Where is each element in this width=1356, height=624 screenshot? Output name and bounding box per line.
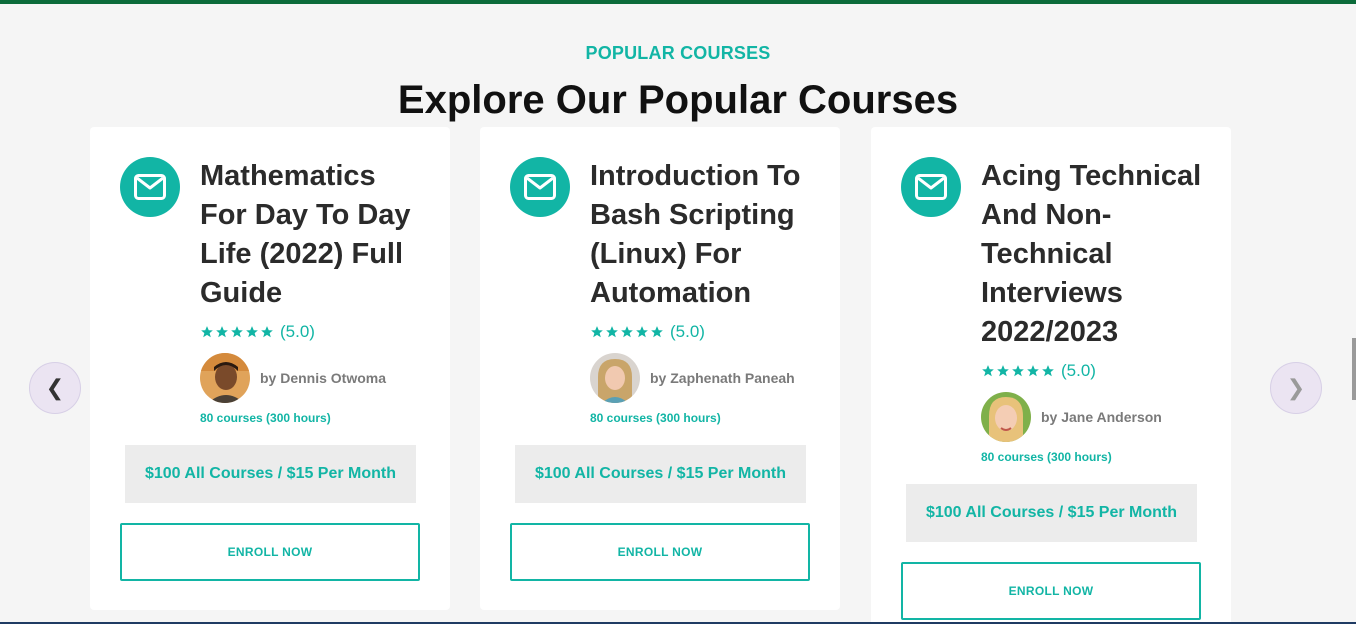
scrollbar-thumb[interactable]: [1352, 338, 1356, 400]
price-label: $100 All Courses / $15 Per Month: [906, 484, 1197, 542]
star-icon: [1012, 365, 1024, 377]
rating-value: (5.0): [1061, 361, 1096, 380]
course-author: by Dennis Otwoma: [200, 353, 386, 403]
rating-value: (5.0): [670, 322, 705, 341]
course-card: Acing Technical And Non-Technical Interv…: [871, 127, 1231, 624]
price-label: $100 All Courses / $15 Per Month: [125, 445, 416, 503]
enroll-button[interactable]: ENROLL NOW: [120, 523, 420, 581]
star-icon: [621, 326, 633, 338]
envelope-icon: [510, 157, 570, 217]
course-card: Introduction To Bash Scripting (Linux) F…: [480, 127, 840, 610]
author-name[interactable]: by Jane Anderson: [1041, 409, 1162, 425]
carousel-prev-button[interactable]: ❮: [29, 362, 81, 414]
star-icon: [231, 326, 243, 338]
enroll-button[interactable]: ENROLL NOW: [901, 562, 1201, 620]
star-icon: [651, 326, 663, 338]
star-icon: [606, 326, 618, 338]
star-rating-icons: [200, 325, 274, 339]
section-headline: Explore Our Popular Courses: [397, 78, 959, 122]
rating-value: (5.0): [280, 322, 315, 341]
star-icon: [216, 326, 228, 338]
top-accent-bar: [0, 0, 1356, 4]
author-name[interactable]: by Dennis Otwoma: [260, 370, 386, 386]
chevron-left-icon: ❮: [45, 375, 65, 401]
enroll-button[interactable]: ENROLL NOW: [510, 523, 810, 581]
star-icon: [982, 365, 994, 377]
section-eyebrow: POPULAR COURSES: [585, 43, 771, 63]
envelope-icon: [120, 157, 180, 217]
carousel-next-button[interactable]: ❯: [1270, 362, 1322, 414]
envelope-icon: [901, 157, 961, 217]
course-rating: (5.0): [200, 322, 315, 342]
star-icon: [1042, 365, 1054, 377]
course-meta: 80 courses (300 hours): [981, 450, 1112, 464]
course-author: by Zaphenath Paneah: [590, 353, 795, 403]
star-rating-icons: [590, 325, 664, 339]
star-icon: [261, 326, 273, 338]
author-avatar: [981, 392, 1031, 442]
course-card: Mathematics For Day To Day Life (2022) F…: [90, 127, 450, 610]
course-title[interactable]: Mathematics For Day To Day Life (2022) F…: [200, 157, 430, 313]
star-icon: [997, 365, 1009, 377]
course-meta: 80 courses (300 hours): [590, 411, 721, 425]
star-icon: [636, 326, 648, 338]
author-name[interactable]: by Zaphenath Paneah: [650, 370, 795, 386]
course-author: by Jane Anderson: [981, 392, 1162, 442]
author-avatar: [200, 353, 250, 403]
course-title[interactable]: Acing Technical And Non-Technical Interv…: [981, 157, 1211, 352]
star-icon: [1027, 365, 1039, 377]
chevron-right-icon: ❯: [1286, 375, 1306, 401]
star-icon: [246, 326, 258, 338]
star-rating-icons: [981, 364, 1055, 378]
star-icon: [591, 326, 603, 338]
course-rating: (5.0): [590, 322, 705, 342]
course-meta: 80 courses (300 hours): [200, 411, 331, 425]
course-rating: (5.0): [981, 361, 1096, 381]
course-title[interactable]: Introduction To Bash Scripting (Linux) F…: [590, 157, 820, 313]
price-label: $100 All Courses / $15 Per Month: [515, 445, 806, 503]
star-icon: [201, 326, 213, 338]
author-avatar: [590, 353, 640, 403]
